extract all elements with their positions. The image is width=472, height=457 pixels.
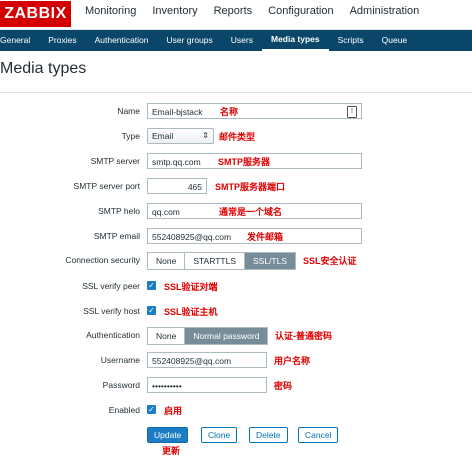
name-input[interactable]: Email-bjstack ! xyxy=(147,103,362,119)
tab-scripts[interactable]: Scripts xyxy=(329,30,373,51)
zabbix-logo[interactable]: ZABBIX xyxy=(0,1,71,27)
ssl-verify-host-checkbox[interactable]: ✓ xyxy=(147,306,156,315)
update-button[interactable]: Update xyxy=(147,427,189,443)
password-value: •••••••••• xyxy=(152,381,182,391)
smtp-port-note: SMTP服务器端口 xyxy=(215,182,286,192)
username-input[interactable]: 552408925@qq.com xyxy=(147,352,267,368)
row-buttons: Update Clone Delete Cancel 更新 xyxy=(0,427,472,456)
tab-media-types[interactable]: Media types xyxy=(261,30,329,51)
smtp-port-input[interactable]: 465 xyxy=(147,178,207,194)
type-select[interactable]: Email ⇕ xyxy=(147,128,214,144)
row-smtp-helo: SMTP helo qq.com 通常是一个域名 xyxy=(0,203,472,221)
type-value: Email xyxy=(152,131,174,141)
type-note: 邮件类型 xyxy=(219,132,256,142)
smtp-server-value: smtp.qq.com xyxy=(152,157,201,167)
select-arrows-icon: ⇕ xyxy=(202,131,209,140)
authentication-switch: None Normal password xyxy=(147,327,269,345)
top-nav-monitoring[interactable]: Monitoring xyxy=(72,0,144,29)
tab-proxies[interactable]: Proxies xyxy=(39,30,85,51)
ssl-verify-peer-checkbox[interactable]: ✓ xyxy=(147,281,156,290)
tab-general[interactable]: General xyxy=(0,30,39,51)
enabled-checkbox[interactable]: ✓ xyxy=(147,405,156,414)
username-note: 用户名称 xyxy=(274,356,311,366)
security-none-option[interactable]: None xyxy=(148,253,186,269)
top-nav-inventory[interactable]: Inventory xyxy=(144,0,205,29)
sub-nav-bar: General Proxies Authentication User grou… xyxy=(0,30,472,51)
top-nav-configuration[interactable]: Configuration xyxy=(260,0,341,29)
row-ssl-verify-peer: SSL verify peer ✓ SSL验证对端 xyxy=(0,278,472,296)
password-label: Password xyxy=(102,380,140,390)
smtp-helo-label: SMTP helo xyxy=(98,206,140,216)
top-nav-reports[interactable]: Reports xyxy=(206,0,261,29)
security-starttls-option[interactable]: STARTTLS xyxy=(185,253,245,269)
page-title: Media types xyxy=(0,60,87,77)
row-smtp-email: SMTP email 552408925@qq.com 发件邮箱 xyxy=(0,228,472,246)
auth-none-option[interactable]: None xyxy=(148,328,186,344)
username-label: Username xyxy=(100,355,140,365)
media-type-form: Name Email-bjstack ! 名称 Type Email ⇕ 邮件类… xyxy=(0,92,472,456)
row-type: Type Email ⇕ 邮件类型 xyxy=(0,128,472,146)
password-note: 密码 xyxy=(274,381,293,391)
smtp-helo-value: qq.com xyxy=(152,207,180,217)
smtp-port-label: SMTP server port xyxy=(73,181,140,191)
smtp-helo-note: 通常是一个域名 xyxy=(219,207,283,217)
top-bar: ZABBIX Monitoring Inventory Reports Conf… xyxy=(0,0,472,30)
enabled-label: Enabled xyxy=(108,405,140,415)
cancel-button[interactable]: Cancel xyxy=(298,427,339,443)
delete-button[interactable]: Delete xyxy=(249,427,288,443)
security-ssl-tls-option[interactable]: SSL/TLS xyxy=(245,253,296,269)
ssl-verify-host-note: SSL验证主机 xyxy=(164,307,218,317)
tab-queue[interactable]: Queue xyxy=(373,30,417,51)
top-nav: Monitoring Inventory Reports Configurati… xyxy=(72,0,428,29)
row-authentication: Authentication None Normal password 认证-普… xyxy=(0,327,472,345)
row-smtp-port: SMTP server port 465 SMTP服务器端口 xyxy=(0,178,472,196)
clone-button[interactable]: Clone xyxy=(201,427,238,443)
tab-user-groups[interactable]: User groups xyxy=(157,30,221,51)
tab-users[interactable]: Users xyxy=(222,30,262,51)
tab-authentication[interactable]: Authentication xyxy=(86,30,158,51)
row-enabled: Enabled ✓ 启用 xyxy=(0,402,472,420)
auth-normal-password-option[interactable]: Normal password xyxy=(185,328,268,344)
ssl-verify-peer-note: SSL验证对端 xyxy=(164,282,218,292)
name-value: Email-bjstack xyxy=(152,107,203,117)
sub-nav: General Proxies Authentication User grou… xyxy=(0,30,472,51)
enabled-note: 启用 xyxy=(164,406,183,416)
ssl-verify-host-label: SSL verify host xyxy=(83,306,140,316)
connection-security-label: Connection security xyxy=(65,255,140,265)
smtp-email-label: SMTP email xyxy=(93,231,140,241)
name-label: Name xyxy=(117,106,140,116)
row-name: Name Email-bjstack ! 名称 xyxy=(0,103,472,121)
authentication-label: Authentication xyxy=(86,330,140,340)
warning-icon: ! xyxy=(347,106,357,118)
ssl-verify-peer-label: SSL verify peer xyxy=(82,281,140,291)
password-input[interactable]: •••••••••• xyxy=(147,377,267,393)
name-note: 名称 xyxy=(220,107,239,117)
smtp-server-note: SMTP服务器 xyxy=(218,157,271,167)
smtp-email-note: 发件邮箱 xyxy=(247,232,284,242)
smtp-port-value: 465 xyxy=(187,182,202,192)
row-password: Password •••••••••• 密码 xyxy=(0,377,472,395)
row-smtp-server: SMTP server smtp.qq.com SMTP服务器 xyxy=(0,153,472,171)
smtp-email-value: 552408925@qq.com xyxy=(152,232,232,242)
update-note: 更新 xyxy=(162,446,181,456)
smtp-server-label: SMTP server xyxy=(90,156,140,166)
username-value: 552408925@qq.com xyxy=(152,356,232,366)
authentication-note: 认证-普通密码 xyxy=(275,331,332,341)
connection-security-switch: None STARTTLS SSL/TLS xyxy=(147,252,297,270)
connection-security-note: SSL安全认证 xyxy=(303,256,357,266)
row-ssl-verify-host: SSL verify host ✓ SSL验证主机 xyxy=(0,303,472,321)
type-label: Type xyxy=(121,131,140,141)
top-nav-administration[interactable]: Administration xyxy=(341,0,428,29)
row-username: Username 552408925@qq.com 用户名称 xyxy=(0,352,472,370)
row-connection-security: Connection security None STARTTLS SSL/TL… xyxy=(0,252,472,270)
